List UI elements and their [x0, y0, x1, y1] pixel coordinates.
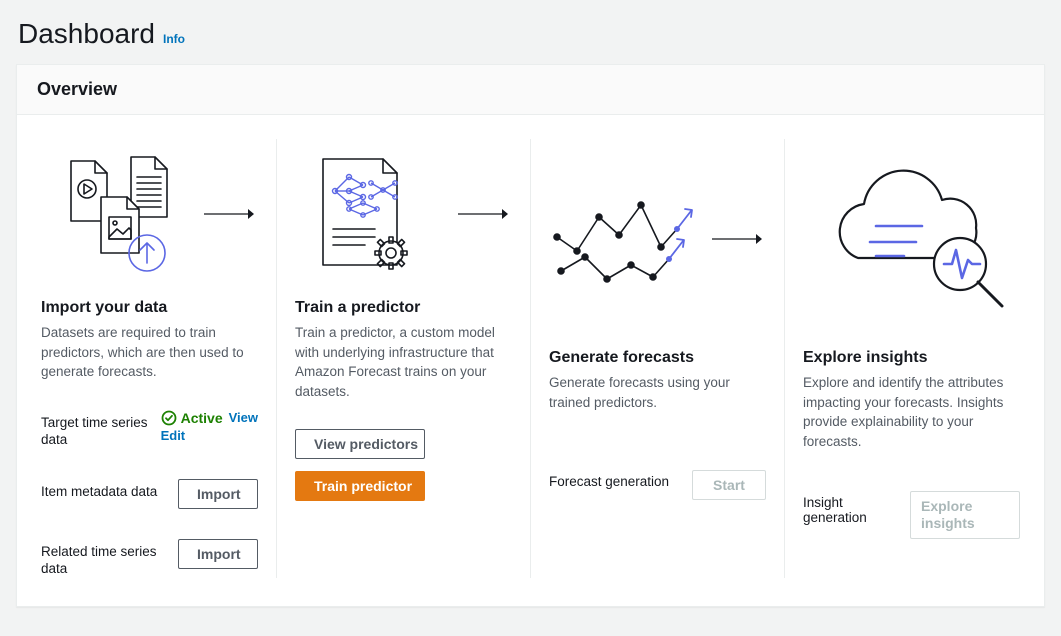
- start-forecast-button[interactable]: Start: [692, 470, 766, 500]
- view-predictors-button[interactable]: View predictors: [295, 429, 425, 459]
- overview-panel: Overview: [16, 64, 1045, 607]
- forecast-step-title: Generate forecasts: [549, 349, 766, 367]
- forecast-generation-row: Forecast generation Start: [549, 470, 766, 500]
- item-metadata-label: Item metadata data: [41, 479, 168, 501]
- page-title: Dashboard: [18, 18, 155, 50]
- step-forecast: Generate forecasts Generate forecasts us…: [530, 139, 784, 578]
- explore-insights-button[interactable]: Explore insights: [910, 491, 1020, 539]
- import-item-metadata-button[interactable]: Import: [178, 479, 258, 509]
- status-text: Active: [181, 410, 223, 426]
- generate-forecasts-icon: [549, 179, 710, 299]
- step-import: Import your data Datasets are required t…: [37, 139, 276, 578]
- target-label: Target time series data: [41, 410, 151, 449]
- import-step-title: Import your data: [41, 299, 258, 317]
- import-data-icon: [41, 149, 202, 279]
- page-header: Dashboard Info: [16, 18, 1045, 50]
- insights-step-desc: Explore and identify the attributes impa…: [803, 373, 1020, 451]
- view-link[interactable]: View: [229, 410, 258, 425]
- check-circle-icon: [161, 410, 177, 426]
- overview-body: Import your data Datasets are required t…: [17, 115, 1044, 606]
- import-related-button[interactable]: Import: [178, 539, 258, 569]
- explore-insights-icon: [803, 164, 1020, 314]
- target-time-series-row: Target time series data Active View: [41, 410, 258, 449]
- info-link[interactable]: Info: [163, 32, 185, 46]
- train-predictor-icon: [295, 149, 456, 279]
- insight-generation-label: Insight generation: [803, 491, 900, 525]
- overview-title: Overview: [37, 79, 1024, 100]
- train-predictor-button[interactable]: Train predictor: [295, 471, 425, 501]
- arrow-icon: [456, 207, 512, 221]
- insight-generation-row: Insight generation Explore insights: [803, 491, 1020, 539]
- related-time-series-row: Related time series data Import: [41, 539, 258, 578]
- train-step-title: Train a predictor: [295, 299, 512, 317]
- status-active-badge: Active: [161, 410, 223, 426]
- train-step-desc: Train a predictor, a custom model with u…: [295, 323, 512, 401]
- step-insights: Explore insights Explore and identify th…: [784, 139, 1024, 578]
- arrow-icon: [710, 232, 766, 246]
- arrow-icon: [202, 207, 258, 221]
- edit-link[interactable]: Edit: [161, 428, 186, 443]
- import-step-desc: Datasets are required to train predictor…: [41, 323, 258, 382]
- forecast-step-desc: Generate forecasts using your trained pr…: [549, 373, 766, 412]
- forecast-generation-label: Forecast generation: [549, 470, 682, 489]
- item-metadata-row: Item metadata data Import: [41, 479, 258, 509]
- step-train: Train a predictor Train a predictor, a c…: [276, 139, 530, 578]
- overview-panel-header: Overview: [17, 65, 1044, 115]
- related-label: Related time series data: [41, 539, 168, 578]
- insights-step-title: Explore insights: [803, 349, 1020, 367]
